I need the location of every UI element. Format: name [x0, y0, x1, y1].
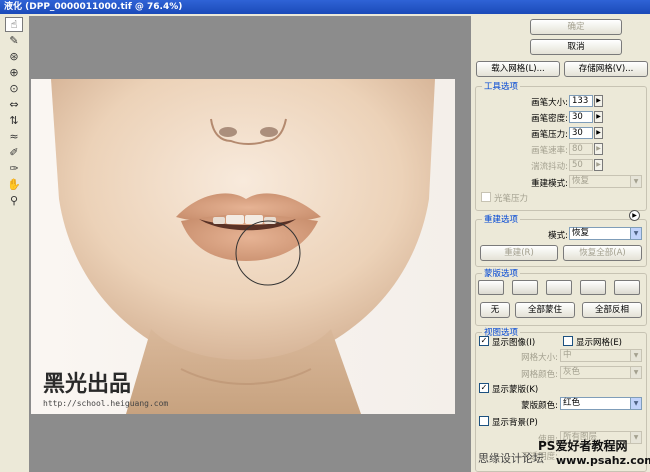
window-title: 液化 (DPP_0000011000.tif @ 76.4%) [0, 0, 650, 14]
photo-brand-watermark: 黑光出品 [43, 372, 131, 397]
brush-rate-arrow-icon[interactable]: ▶ [594, 143, 603, 155]
reconstruct-mode-select[interactable]: 恢复 ▼ [569, 175, 642, 188]
reconstruct-mode-value: 恢复 [572, 176, 590, 186]
show-image-label: 显示图像(I) [492, 338, 536, 348]
options-panel: 确定 取消 载入网格(L)... 存储网格(V)... 工具选项 画笔大小: 1… [472, 14, 650, 472]
chevron-down-icon: ▼ [630, 432, 641, 443]
brush-rate-input[interactable]: 80 [569, 143, 593, 155]
mask-all-button[interactable]: 全部蒙住 [515, 302, 575, 318]
forum-watermark: 思缘设计论坛 [478, 452, 544, 465]
mesh-color-value: 灰色 [563, 367, 581, 377]
reconstruct-mode-label-2: 模式: [548, 231, 568, 241]
push-left-icon[interactable]: ⇔ [5, 97, 23, 112]
invert-all-button[interactable]: 全部反相 [582, 302, 642, 318]
show-mesh-checkbox[interactable] [563, 336, 573, 346]
subtract-from-selection-icon[interactable] [546, 280, 572, 295]
restore-all-button[interactable]: 恢复全部(A) [563, 245, 642, 261]
add-to-selection-icon[interactable] [512, 280, 538, 295]
brush-pressure-arrow-icon[interactable]: ▶ [594, 127, 603, 139]
mask-color-select[interactable]: 红色 ▼ [560, 397, 642, 410]
site-name-watermark: PS爱好者教程网 [538, 439, 628, 453]
reconstruct-mode-value-2: 恢复 [572, 228, 590, 238]
show-mesh-label: 显示网格(E) [576, 338, 623, 348]
show-mask-label: 显示蒙版(K) [492, 385, 539, 395]
show-backdrop-label: 显示背景(P) [492, 418, 538, 428]
mesh-size-select[interactable]: 中 ▼ [560, 349, 642, 362]
mesh-size-label: 网格大小: [521, 353, 558, 363]
turbulent-jitter-label: 湍流抖动: [531, 162, 568, 172]
show-backdrop-checkbox[interactable] [479, 416, 489, 426]
turbulent-jitter-input[interactable]: 50 [569, 159, 593, 171]
stylus-pressure-label: 光笔压力 [494, 194, 529, 204]
brush-density-label: 画笔密度: [531, 114, 568, 124]
brush-pressure-label: 画笔压力: [531, 130, 568, 140]
reconstruct-options-title: 重建选项 [482, 213, 521, 225]
mirror-icon[interactable]: ⇅ [5, 113, 23, 128]
bloat-icon[interactable]: ⊙ [5, 81, 23, 96]
mask-options-title: 蒙版选项 [482, 267, 521, 279]
photo-url-watermark: http://school.heiguang.com [43, 399, 168, 408]
chevron-down-icon: ▼ [630, 398, 641, 409]
mesh-color-label: 网格颜色: [521, 370, 558, 380]
brush-rate-label: 画笔速率: [531, 146, 568, 156]
hand-icon[interactable]: ✋ [5, 177, 23, 192]
pucker-icon[interactable]: ⊕ [5, 65, 23, 80]
brush-pressure-input[interactable]: 30 [569, 127, 593, 139]
reconstruct-icon[interactable]: ✎ [5, 33, 23, 48]
forward-warp-icon[interactable]: ☝ [5, 17, 23, 32]
site-url-watermark: www.psahz.com [556, 454, 650, 467]
freeze-mask-icon[interactable]: ✐ [5, 145, 23, 160]
stylus-pressure-checkbox[interactable] [481, 192, 491, 202]
turbulent-jitter-arrow-icon[interactable]: ▶ [594, 159, 603, 171]
menu-arrow-icon[interactable]: ▶ [629, 210, 640, 221]
chevron-down-icon: ▼ [630, 228, 641, 239]
turbulence-icon[interactable]: ≈ [5, 129, 23, 144]
replace-selection-icon[interactable] [478, 280, 504, 295]
brush-density-arrow-icon[interactable]: ▶ [594, 111, 603, 123]
reconstruct-mode-label: 重建模式: [531, 179, 568, 189]
face-photo[interactable]: 黑光出品 http://school.heiguang.com [31, 79, 455, 414]
mesh-size-value: 中 [563, 350, 572, 360]
brush-size-label: 画笔大小: [531, 98, 568, 108]
zoom-icon[interactable]: ⚲ [5, 193, 23, 208]
tool-options-title: 工具选项 [482, 80, 521, 92]
reconstruct-button[interactable]: 重建(R) [480, 245, 558, 261]
mask-color-value: 红色 [563, 398, 581, 408]
save-mesh-button[interactable]: 存储网格(V)... [564, 61, 648, 77]
toolbox: ☝ ✎ ⊛ ⊕ ⊙ ⇔ ⇅ ≈ ✐ ✑ ✋ ⚲ [4, 16, 26, 207]
none-mask-button[interactable]: 无 [480, 302, 510, 318]
chevron-down-icon: ▼ [630, 367, 641, 378]
brush-size-input[interactable]: 133 [569, 95, 593, 107]
reconstruct-mode-select-2[interactable]: 恢复 ▼ [569, 227, 642, 240]
show-image-checkbox[interactable]: ✓ [479, 336, 489, 346]
chevron-down-icon: ▼ [630, 176, 641, 187]
face-photo-image: 黑光出品 http://school.heiguang.com [31, 79, 455, 414]
show-mask-checkbox[interactable]: ✓ [479, 383, 489, 393]
mesh-color-select[interactable]: 灰色 ▼ [560, 366, 642, 379]
chevron-down-icon: ▼ [630, 350, 641, 361]
preview-area[interactable]: 黑光出品 http://school.heiguang.com [29, 16, 471, 472]
load-mesh-button[interactable]: 载入网格(L)... [476, 61, 560, 77]
twirl-icon[interactable]: ⊛ [5, 49, 23, 64]
cancel-button[interactable]: 取消 [530, 39, 622, 55]
thaw-mask-icon[interactable]: ✑ [5, 161, 23, 176]
mask-color-label: 蒙版颜色: [521, 401, 558, 411]
intersect-with-selection-icon[interactable] [580, 280, 606, 295]
brush-density-input[interactable]: 30 [569, 111, 593, 123]
brush-size-arrow-icon[interactable]: ▶ [594, 95, 603, 107]
ok-button[interactable]: 确定 [530, 19, 622, 35]
invert-selection-icon[interactable] [614, 280, 640, 295]
